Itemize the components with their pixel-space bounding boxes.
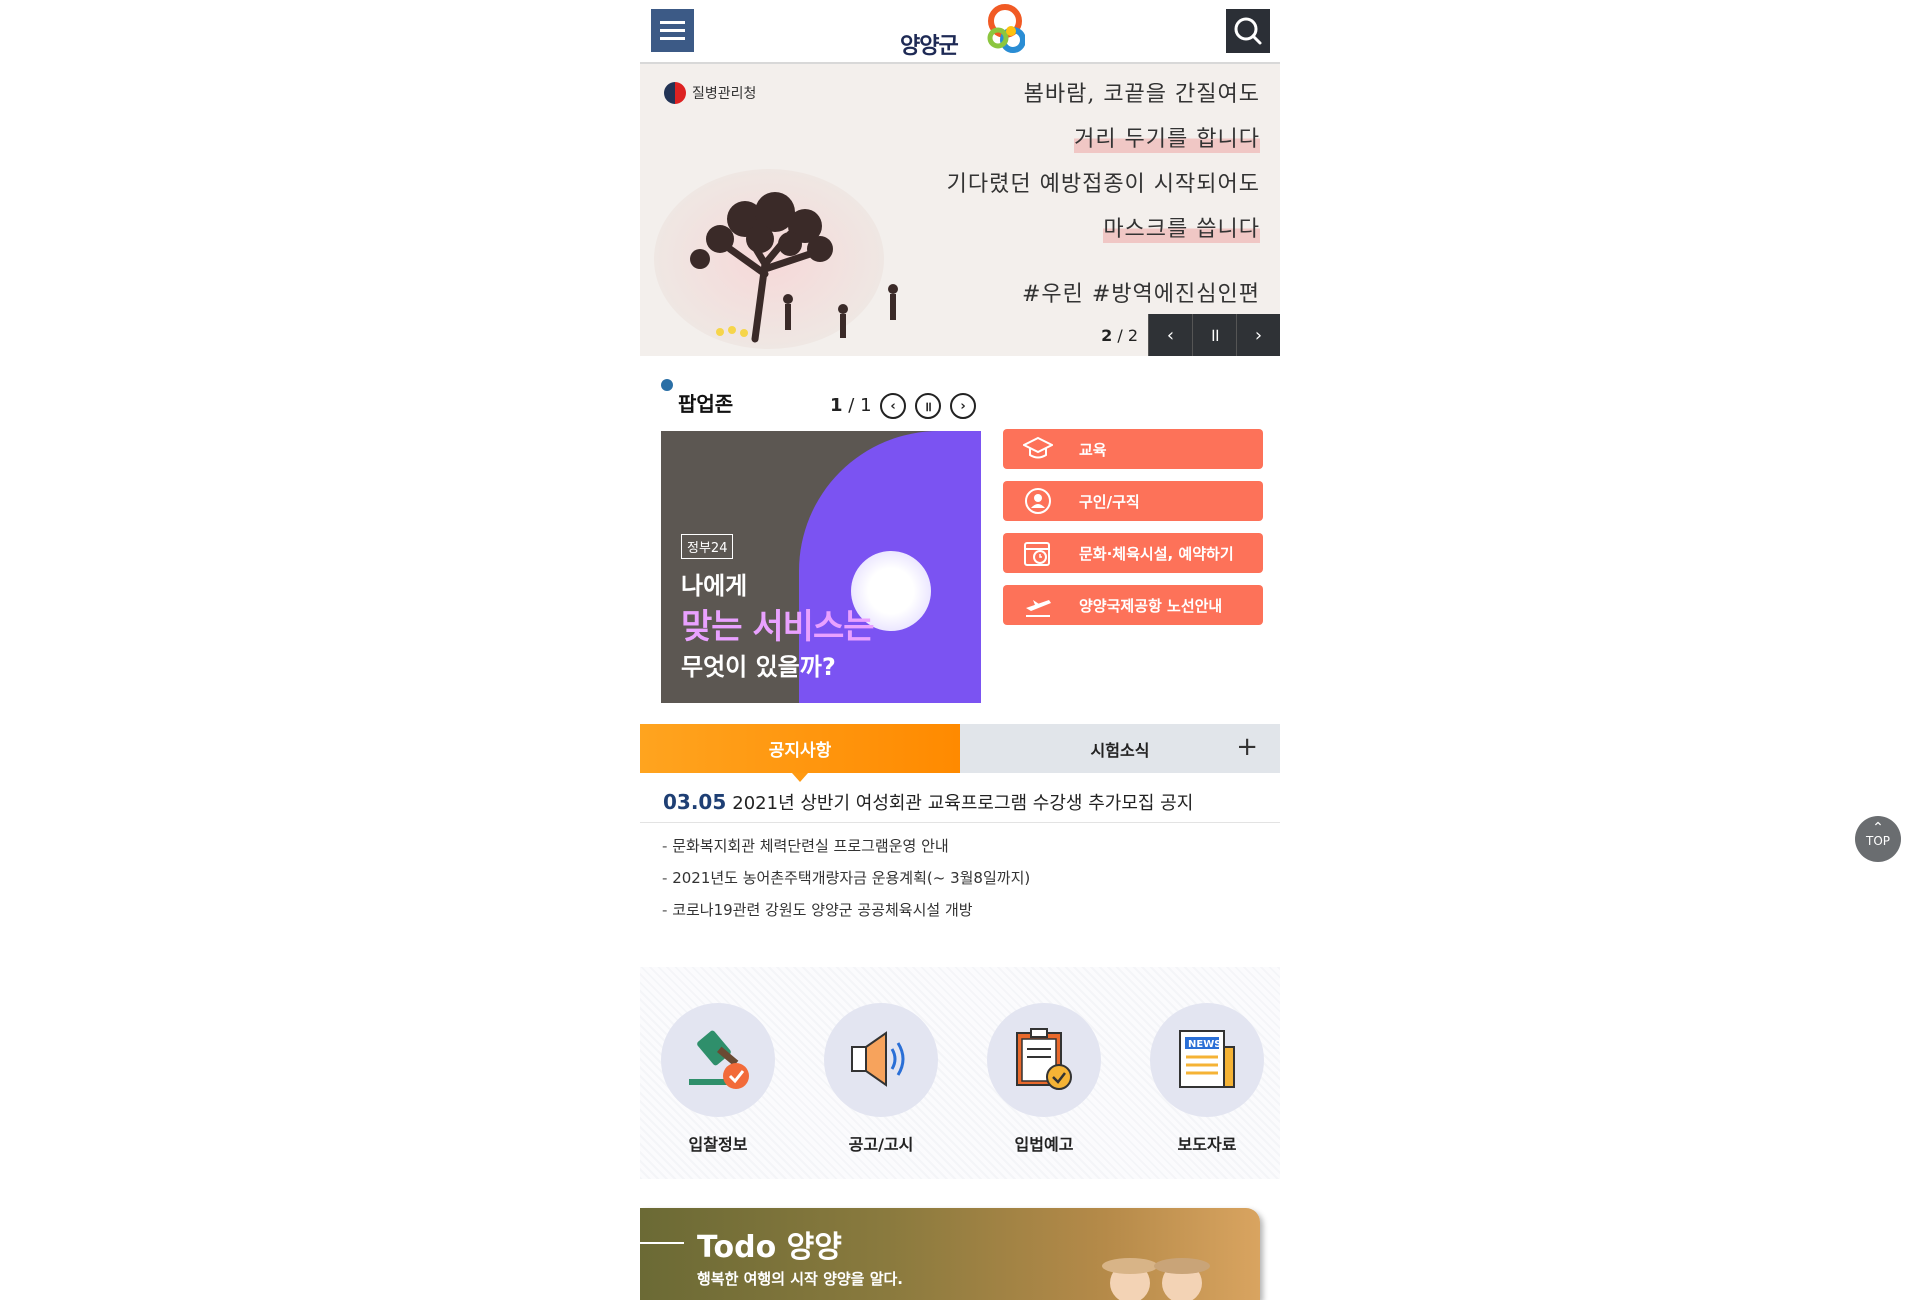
search-button[interactable] [1226, 9, 1270, 53]
popup-separator: / [848, 395, 855, 416]
quick-link-education[interactable]: 교육 [1003, 429, 1263, 469]
todo-yangyang-banner[interactable]: Todo 양양 행복한 여행의 시작 양양을 알다. [640, 1208, 1260, 1300]
shortcut-panel: 입찰정보 공고/고시 입법예고 NEWS 보도자료 [640, 967, 1280, 1179]
main-banner[interactable]: 질병관리청 봄바람, 코끝을 간질여도 거리 두기를 합니다 기다렸던 예방접종… [640, 64, 1280, 356]
pause-icon: ॥ [1209, 325, 1220, 346]
todo-divider [640, 1242, 684, 1244]
banner-total: 2 [1127, 325, 1138, 345]
popup-banner-image[interactable]: 정부24 나에게 맞는 서비스는 무엇이 있을까? [661, 431, 981, 703]
tab-exam-news-label: 시험소식 [1090, 740, 1150, 760]
notice-list: 문화복지회관 체력단련실 프로그램운영 안내 2021년도 농어촌주택개량자금 … [662, 834, 1030, 930]
hamburger-icon [660, 21, 685, 24]
tab-exam-news[interactable]: 시험소식 [960, 724, 1280, 773]
graduation-cap-icon [1023, 436, 1053, 459]
scroll-top-label: TOP [1865, 834, 1890, 848]
popup-current: 1 [830, 395, 843, 416]
banner-prev-button[interactable]: ‹ [1148, 314, 1192, 356]
shortcut-press-releases[interactable]: NEWS 보도자료 [1150, 1003, 1264, 1163]
shortcut-label: 입찰정보 [688, 1135, 748, 1154]
banner-separator: / [1117, 325, 1123, 345]
airplane-icon [1026, 600, 1051, 617]
chevron-right-icon: › [1254, 324, 1263, 346]
banner-counter: 2 / 2 [1101, 326, 1138, 345]
hamburger-icon-bar [660, 37, 685, 40]
popup-total: 1 [860, 395, 872, 416]
todo-title: Todo 양양 [697, 1230, 842, 1265]
banner-next-button[interactable]: › [1236, 314, 1280, 356]
megaphone-icon [851, 1031, 905, 1087]
banner-line-4: 마스크를 씁니다 [1103, 211, 1260, 243]
quick-link-facility-reservation[interactable]: 문화·체육시설, 예약하기 [1003, 533, 1263, 573]
banner-line-3: 기다렸던 예방접종이 시작되어도 [946, 172, 1260, 197]
chevron-left-icon: ‹ [890, 398, 896, 414]
popup-counter: 1 / 1 [830, 395, 872, 416]
site-logo[interactable]: 양양군 [900, 2, 1025, 60]
search-icon [1234, 17, 1262, 45]
agency-emblem-icon [664, 82, 686, 104]
agency-name: 질병관리청 [692, 86, 757, 102]
popup-next-button[interactable]: › [950, 393, 976, 419]
chevron-right-icon: › [960, 398, 966, 414]
shortcut-circle [987, 1003, 1101, 1117]
notice-tabs: 공지사항 시험소식 + [640, 724, 1280, 782]
svg-text:NEWS: NEWS [1188, 1039, 1221, 1050]
logo-mark-icon [987, 4, 1025, 53]
tab-notices[interactable]: 공지사항 [640, 724, 960, 782]
agency-logo: 질병관리청 [664, 82, 756, 104]
quick-link-label: 문화·체육시설, 예약하기 [1079, 544, 1234, 563]
todo-subtitle: 행복한 여행의 시작 양양을 알다. [697, 1270, 903, 1288]
more-plus-icon[interactable]: + [1236, 734, 1258, 760]
featured-notice[interactable]: 03.05 2021년 상반기 여성회관 교육프로그램 수강생 추가모집 공지 [640, 782, 1280, 823]
quick-link-label: 교육 [1079, 440, 1107, 459]
popup-headline-3: 무엇이 있을까? [681, 653, 836, 681]
clipboard-check-icon [1016, 1028, 1072, 1090]
person-icon [1025, 488, 1051, 514]
chevron-up-icon: ⌃ [1872, 820, 1884, 836]
shortcut-announcements[interactable]: 공고/고시 [824, 1003, 938, 1163]
shortcut-circle [824, 1003, 938, 1117]
banner-current: 2 [1101, 325, 1113, 345]
mobile-page: 양양군 질병관리청 봄바람, 코끝을 간질여도 거리 두기를 합니다 기다렸던 … [640, 0, 1280, 1300]
popup-headline-2: 맞는 서비스는 [681, 607, 875, 647]
featured-notice-date: 03.05 [663, 790, 727, 814]
banner-line-1: 봄바람, 코끝을 간질여도 [1023, 82, 1260, 107]
popup-zone-dot-icon [661, 379, 673, 391]
shortcut-label: 보도자료 [1177, 1135, 1237, 1154]
newspaper-icon: NEWS [1179, 1030, 1235, 1088]
banner-line-2: 거리 두기를 합니다 [1074, 121, 1260, 153]
scroll-top-button[interactable]: ⌃ TOP [1855, 816, 1901, 862]
banner-pause-button[interactable]: ॥ [1192, 314, 1236, 356]
shortcut-legislation-notice[interactable]: 입법예고 [987, 1003, 1101, 1163]
pause-icon: ॥ [924, 400, 932, 415]
list-item[interactable]: 2021년도 농어촌주택개량자금 운용계획(~ 3월8일까지) [662, 866, 1030, 898]
popup-tag: 정부24 [681, 534, 734, 559]
shortcut-label: 공고/고시 [848, 1135, 914, 1154]
popup-headline-1: 나에게 [681, 572, 748, 600]
shortcut-circle: NEWS [1150, 1003, 1264, 1117]
banner-controls: 2 / 2 ‹ ॥ › [1101, 314, 1280, 356]
tree-illustration-icon [690, 192, 898, 343]
quick-link-label: 양양국제공항 노선안내 [1079, 596, 1223, 615]
explorer-characters-icon [1102, 1258, 1210, 1300]
hamburger-icon-bar [660, 29, 685, 32]
menu-button[interactable] [651, 9, 694, 52]
gavel-icon [689, 1030, 749, 1089]
shortcut-circle [661, 1003, 775, 1117]
popup-prev-button[interactable]: ‹ [880, 393, 906, 419]
quick-link-airport-routes[interactable]: 양양국제공항 노선안내 [1003, 585, 1263, 625]
shortcut-bid-info[interactable]: 입찰정보 [661, 1003, 775, 1163]
popup-zone-title: 팝업존 [678, 392, 734, 416]
popup-pause-button[interactable]: ॥ [915, 393, 941, 419]
shortcut-label: 입법예고 [1014, 1135, 1074, 1154]
quick-link-jobs[interactable]: 구인/구직 [1003, 481, 1263, 521]
list-item[interactable]: 코로나19관련 강원도 양양군 공공체육시설 개방 [662, 898, 1030, 930]
quick-link-label: 구인/구직 [1079, 492, 1140, 511]
site-header: 양양군 [640, 0, 1280, 64]
featured-notice-title: 2021년 상반기 여성회관 교육프로그램 수강생 추가모집 공지 [732, 793, 1194, 814]
list-item[interactable]: 문화복지회관 체력단련실 프로그램운영 안내 [662, 834, 1030, 866]
chevron-left-icon: ‹ [1166, 324, 1175, 346]
banner-hashtags: #우린 #방역에진심인편 [1021, 282, 1260, 307]
calendar-clock-icon [1024, 542, 1050, 566]
